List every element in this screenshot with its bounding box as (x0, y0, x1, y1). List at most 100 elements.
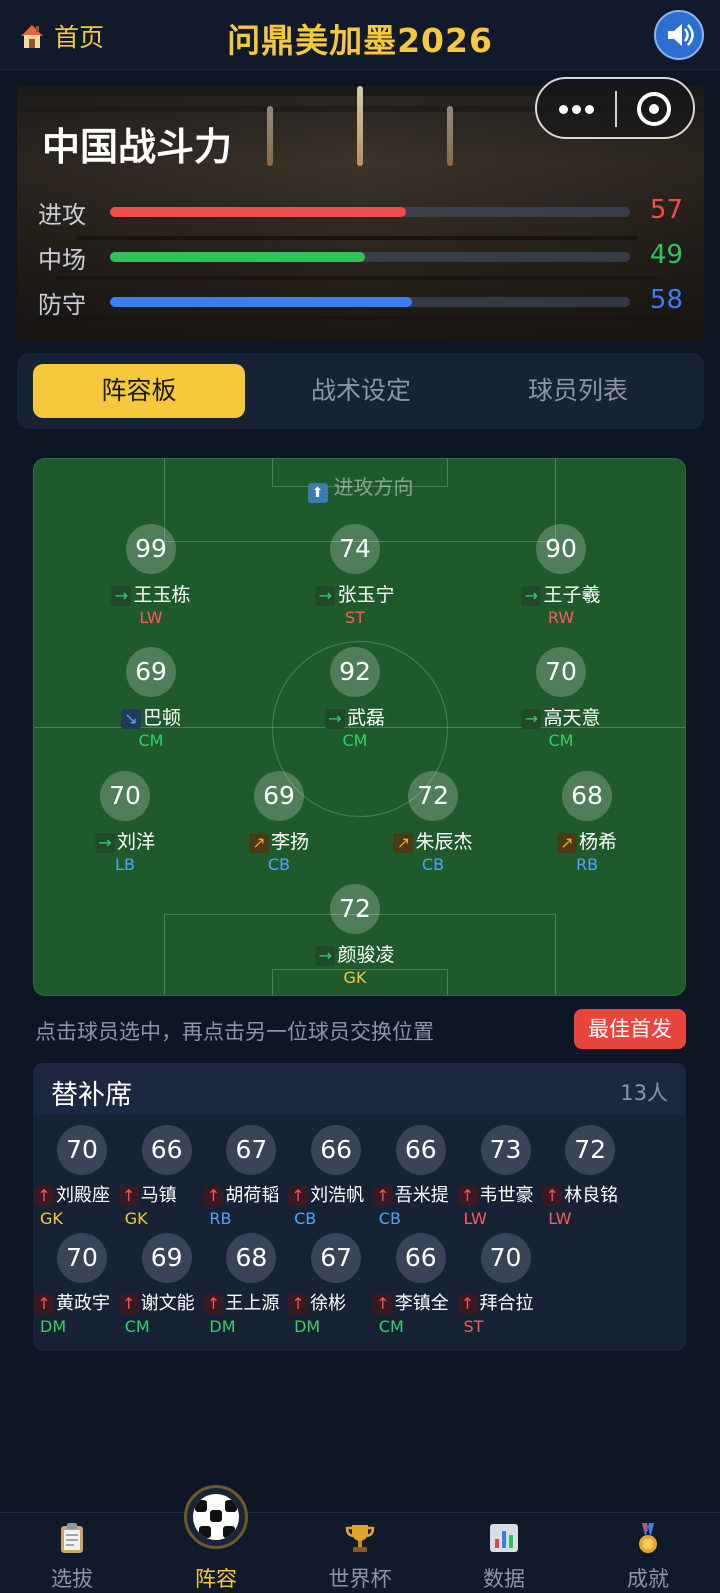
tab-lineup[interactable]: 阵容板 (33, 364, 245, 418)
pitch-player[interactable]: 69 ↘ 巴顿 CM (81, 647, 221, 757)
promote-arrow-icon: ↑ (118, 1186, 139, 1206)
bench-player[interactable]: 73 ↑ 韦世豪 LW (457, 1125, 548, 1233)
bench-title: 替补席 (51, 1080, 132, 1111)
player-position: GK (124, 1209, 148, 1228)
player-name: 王上源 (225, 1293, 280, 1314)
player-rating: 66 (395, 1233, 446, 1283)
trend-arrow-icon: → (94, 833, 115, 853)
player-name: 黄政宇 (56, 1293, 110, 1314)
player-rating: 68 (226, 1233, 277, 1283)
bench-player[interactable]: 66 ↑ 刘浩帆 CB (288, 1125, 378, 1233)
bench-player[interactable]: 72 ↑ 林良铭 LW (542, 1125, 632, 1233)
bench-player[interactable]: 67 ↑ 胡荷韬 RB (203, 1125, 293, 1233)
bench-player[interactable]: 66 ↑ 吾米提 CB (372, 1125, 463, 1233)
pitch-player[interactable]: 69 ↗ 李扬 CB (209, 771, 349, 881)
bench-player[interactable]: 69 ↑ 谢文能 CM (118, 1233, 209, 1341)
trend-arrow-icon: → (315, 586, 336, 606)
player-rating: 67 (226, 1125, 277, 1175)
player-name: 胡荷韬 (225, 1185, 280, 1206)
player-position: RB (575, 855, 599, 874)
trend-arrow-icon: → (521, 709, 542, 729)
trend-arrow-icon: ↗ (248, 833, 269, 853)
pitch-player[interactable]: 72 ↗ 朱辰杰 CB (363, 771, 503, 881)
stat-bar (110, 207, 407, 217)
team-strength-title: 中国战斗力 (42, 125, 233, 169)
bench-player[interactable]: 70 ↑ 刘殿座 GK (34, 1125, 124, 1233)
miniprogram-capsule[interactable] (535, 77, 695, 139)
player-rating: 69 (254, 771, 304, 821)
stat-value: 49 (649, 240, 683, 270)
player-rating: 70 (57, 1233, 107, 1283)
app-title: 问鼎美加墨2026 (227, 21, 493, 60)
pitch-player[interactable]: 72 → 颜骏凌 GK (285, 884, 425, 994)
tab-player-list[interactable]: 球员列表 (472, 364, 684, 418)
stat-attack: 进攻 57 (38, 195, 683, 229)
promote-arrow-icon: ↑ (457, 1294, 478, 1314)
trend-arrow-icon: → (315, 946, 336, 966)
close-target-icon[interactable] (637, 92, 671, 126)
nav-data[interactable]: 数据 (432, 1513, 576, 1593)
player-name: 朱辰杰 (415, 831, 473, 853)
player-rating: 72 (330, 884, 380, 934)
player-position: LW (139, 608, 163, 627)
bottom-nav: 选拔 阵容 世界杯 数据 成就 (0, 1485, 720, 1593)
promote-arrow-icon: ↑ (372, 1186, 393, 1206)
attack-direction-hint: ⬆ 进攻方向 (34, 471, 685, 503)
pitch-player[interactable]: 70 → 高天意 CM (491, 647, 631, 757)
player-rating: 70 (480, 1233, 531, 1283)
player-rating: 67 (311, 1233, 362, 1283)
bench-player[interactable]: 66 ↑ 马镇 GK (118, 1125, 209, 1233)
bench-player[interactable]: 66 ↑ 李镇全 CM (372, 1233, 463, 1341)
player-position: ST (345, 608, 365, 627)
player-name: 高天意 (543, 707, 601, 729)
player-rating: 73 (480, 1125, 531, 1175)
bench-player[interactable]: 68 ↑ 王上源 DM (203, 1233, 293, 1341)
pitch-player[interactable]: 70 → 刘洋 LB (55, 771, 195, 881)
nav-achievements[interactable]: 成就 (576, 1513, 720, 1593)
trend-arrow-icon: ↗ (556, 833, 577, 853)
player-name: 杨希 (578, 831, 617, 853)
stat-bar (110, 252, 365, 262)
player-name: 王子羲 (543, 584, 601, 606)
more-icon[interactable] (559, 105, 595, 115)
player-rating: 99 (126, 524, 176, 574)
trend-arrow-icon: ↘ (120, 709, 141, 729)
player-name: 颜骏凌 (337, 944, 395, 966)
player-rating: 72 (565, 1125, 616, 1175)
pitch-player[interactable]: 68 ↗ 杨希 RB (517, 771, 657, 881)
stat-value: 58 (649, 285, 683, 315)
player-name: 徐彬 (310, 1293, 347, 1314)
bench-player[interactable]: 67 ↑ 徐彬 DM (288, 1233, 378, 1341)
bar-chart-icon (490, 1524, 518, 1552)
nav-selection[interactable]: 选拔 (0, 1513, 144, 1593)
player-position: CM (342, 731, 368, 750)
nav-lineup[interactable]: 阵容 (144, 1485, 288, 1593)
player-name: 李镇全 (394, 1293, 449, 1314)
pitch-player[interactable]: 90 → 王子羲 RW (491, 524, 631, 634)
bench-player[interactable]: 70 ↑ 拜合拉 ST (457, 1233, 548, 1341)
speaker-icon (668, 24, 694, 46)
sound-toggle-button[interactable] (654, 10, 704, 60)
player-position: LW (463, 1209, 487, 1228)
player-position: CB (267, 855, 291, 874)
player-rating: 92 (330, 647, 380, 697)
player-position: CM (548, 731, 574, 750)
player-position: GK (40, 1209, 63, 1228)
best-lineup-button[interactable]: 最佳首发 (574, 1009, 686, 1049)
bench-count: 13人 (620, 1081, 668, 1105)
promote-arrow-icon: ↑ (542, 1186, 563, 1206)
pitch-player[interactable]: 92 → 武磊 CM (285, 647, 425, 757)
clipboard-icon (61, 1523, 83, 1553)
nav-world-cup[interactable]: 世界杯 (288, 1513, 432, 1593)
player-name: 吾米提 (394, 1185, 449, 1206)
player-position: LB (115, 855, 135, 874)
trend-arrow-icon: ↗ (393, 833, 414, 853)
player-position: CB (294, 1209, 317, 1228)
player-name: 林良铭 (564, 1185, 619, 1206)
player-position: ST (463, 1317, 484, 1336)
tab-tactics[interactable]: 战术设定 (255, 364, 467, 418)
bench-player[interactable]: 70 ↑ 黄政宇 DM (34, 1233, 124, 1341)
pitch-player[interactable]: 99 → 王玉栋 LW (81, 524, 221, 634)
player-rating: 70 (536, 647, 586, 697)
pitch-player[interactable]: 74 → 张玉宁 ST (285, 524, 425, 634)
